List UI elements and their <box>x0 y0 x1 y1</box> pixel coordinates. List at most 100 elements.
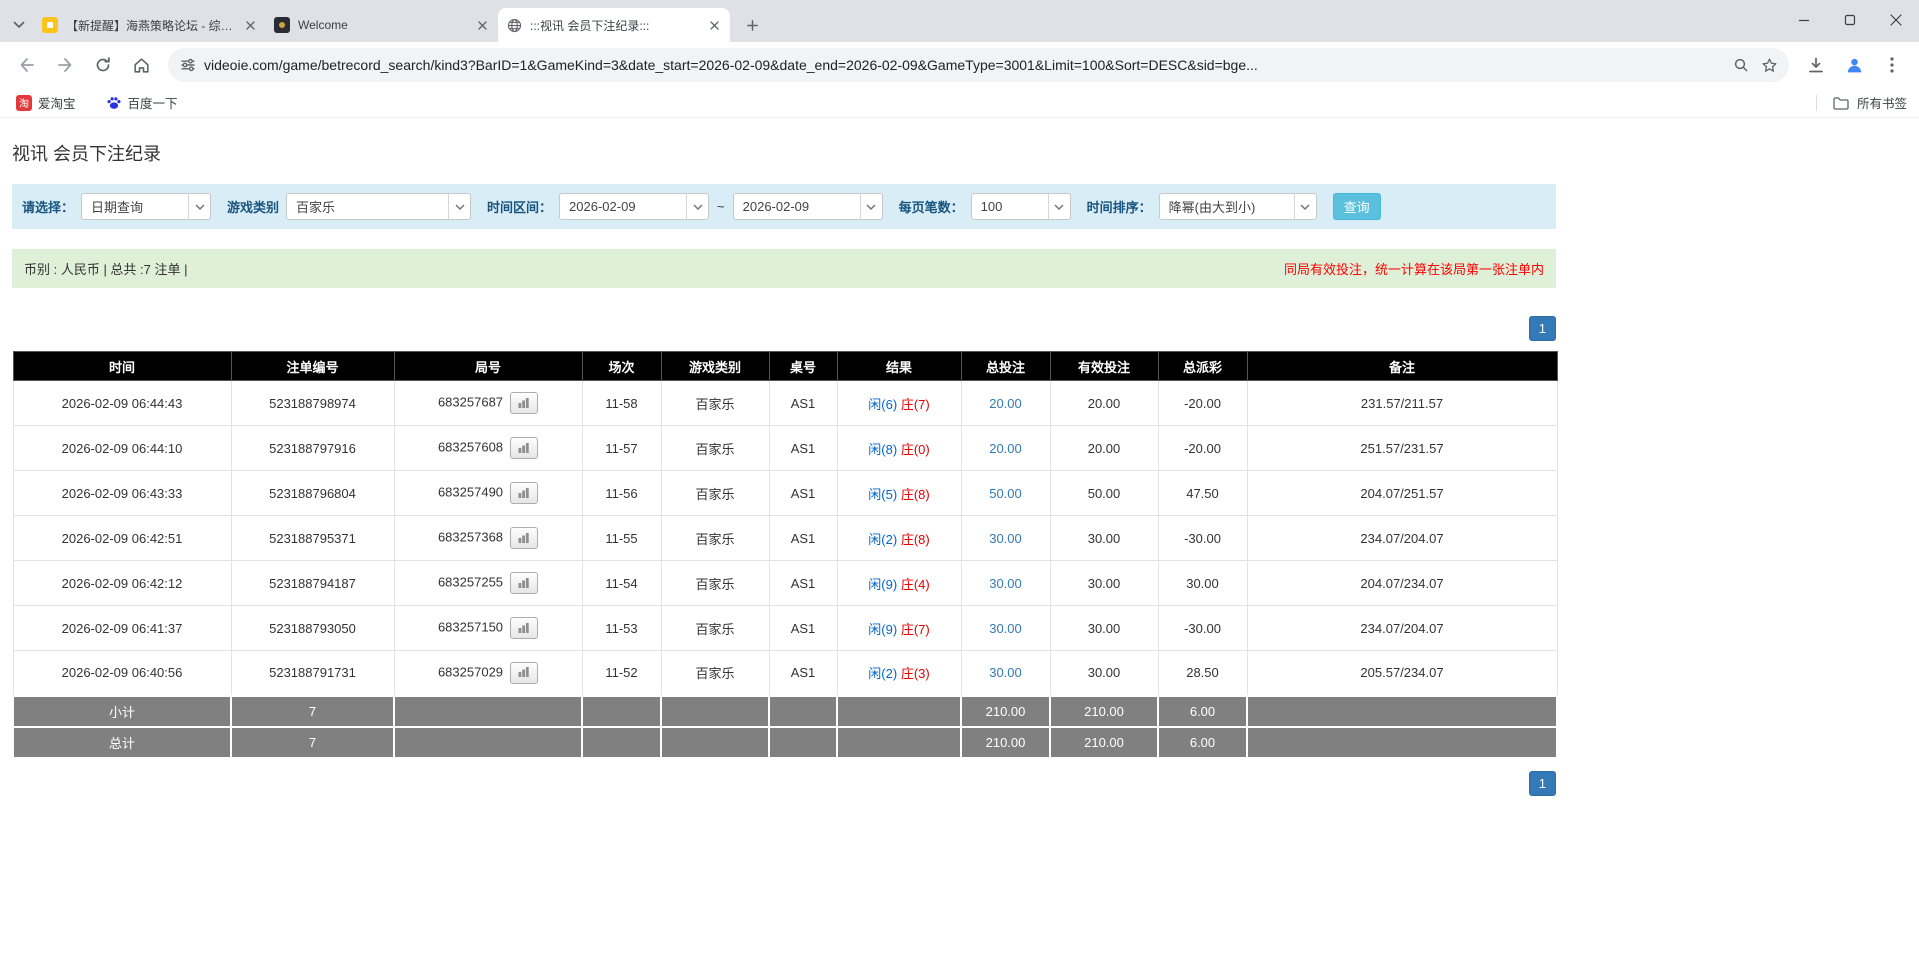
cell-bet-id: 523188793050 <box>230 605 395 651</box>
round-number: 683257608 <box>437 439 504 455</box>
total-bet-link[interactable]: 30.00 <box>989 621 1022 636</box>
bet-records-table: 时间 注单编号 局号 场次 游戏类别 桌号 结果 总投注 有效投注 总派彩 备注… <box>12 351 1558 759</box>
bookmark-baidu[interactable]: 百度一下 <box>102 91 182 115</box>
result-chart-icon <box>518 486 530 501</box>
page-title: 视讯 会员下注纪录 <box>12 144 162 164</box>
game-type-select[interactable]: 百家乐 <box>286 193 472 220</box>
round-result-button[interactable] <box>510 572 539 594</box>
cell-time: 2026-02-09 06:42:12 <box>12 560 232 606</box>
subtotal-cell-7: 210.00 <box>960 694 1051 728</box>
total-bet-link[interactable]: 50.00 <box>989 486 1022 501</box>
bookmark-star-icon[interactable] <box>1755 51 1783 79</box>
round-result-button[interactable] <box>510 437 539 459</box>
cell-valid-bet: 30.00 <box>1049 605 1159 651</box>
subtotal-cell-3 <box>581 694 662 728</box>
total-cell-8: 210.00 <box>1049 725 1159 759</box>
search-button[interactable]: 查询 <box>1332 193 1381 220</box>
bookmark-aitaobao[interactable]: 淘 爱淘宝 <box>12 91 80 115</box>
query-type-select[interactable]: 日期查询 <box>81 193 212 220</box>
tab-forum[interactable]: 【新提醒】海燕策略论坛 - 综合... <box>34 8 266 42</box>
site-settings-icon[interactable] <box>180 57 196 73</box>
subtotal-cell-6 <box>836 694 962 728</box>
baidu-paw-icon <box>106 95 122 111</box>
cell-table-no: AS1 <box>768 380 838 426</box>
zoom-icon[interactable] <box>1727 51 1755 79</box>
sort-order-select[interactable]: 降幂(由大到小) <box>1158 193 1317 220</box>
page-size-select[interactable]: 100 <box>970 193 1071 220</box>
cell-table-no: AS1 <box>768 515 838 561</box>
date-start-input[interactable]: 2026-02-09 <box>559 193 710 220</box>
cell-round: 683257490 <box>393 470 583 516</box>
profile-avatar-icon[interactable] <box>1837 48 1871 82</box>
forum-favicon-icon <box>42 17 58 33</box>
col-header-bet-id: 注单编号 <box>230 351 395 381</box>
home-icon[interactable] <box>124 48 158 82</box>
cell-table-no: AS1 <box>768 650 838 696</box>
forward-icon[interactable] <box>48 48 82 82</box>
result-player: 闲(9) <box>868 576 898 592</box>
round-result-button[interactable] <box>510 661 539 684</box>
page-content: 视讯 会员下注纪录 请选择： 日期查询 游戏类别 百家乐 时间区间： 2026-… <box>12 118 1558 796</box>
date-end-input[interactable]: 2026-02-09 <box>732 193 883 220</box>
date-start-value: 2026-02-09 <box>569 199 636 214</box>
round-result-button[interactable] <box>510 617 539 639</box>
new-tab-button[interactable] <box>738 11 766 39</box>
cell-bet-id: 523188798974 <box>230 380 395 426</box>
bookmarks-bar: 淘 爱淘宝 百度一下 所有书签 <box>0 88 1919 118</box>
col-header-total-bet: 总投注 <box>960 351 1051 381</box>
cell-time: 2026-02-09 06:44:10 <box>12 425 232 471</box>
total-cell-3 <box>581 725 662 759</box>
round-result-button[interactable] <box>510 527 539 549</box>
col-header-round: 局号 <box>393 351 583 381</box>
chevron-down-icon <box>1293 194 1316 219</box>
game-type-group: 游戏类别 百家乐 <box>227 193 472 220</box>
cell-valid-bet: 20.00 <box>1049 425 1159 471</box>
close-icon[interactable] <box>474 17 490 33</box>
tab-title: Welcome <box>298 18 348 32</box>
tab-welcome[interactable]: Welcome <box>266 8 498 42</box>
reload-icon[interactable] <box>86 48 120 82</box>
total-bet-link[interactable]: 30.00 <box>989 576 1022 591</box>
cell-total-bet: 30.00 <box>960 560 1051 606</box>
cell-table-no: AS1 <box>768 560 838 606</box>
menu-dots-icon[interactable] <box>1875 48 1909 82</box>
cell-payout: -30.00 <box>1157 605 1248 651</box>
browser-navbar: videoie.com/game/betrecord_search/kind3?… <box>0 42 1919 88</box>
cell-game-type: 百家乐 <box>660 470 770 516</box>
close-icon[interactable] <box>242 17 258 33</box>
maximize-button[interactable] <box>1827 0 1873 40</box>
folder-icon <box>1833 96 1849 110</box>
all-bookmarks[interactable]: 所有书签 <box>1815 93 1907 112</box>
cell-result: 闲(2) 庄(8) <box>836 515 962 561</box>
result-chart-icon <box>518 531 530 546</box>
game-type-value: 百家乐 <box>296 200 336 215</box>
cell-round: 683257029 <box>393 650 583 696</box>
address-bar[interactable]: videoie.com/game/betrecord_search/kind3?… <box>168 48 1789 82</box>
total-bet-link[interactable]: 20.00 <box>989 441 1022 456</box>
total-bet-link[interactable]: 20.00 <box>989 396 1022 411</box>
cell-game-type: 百家乐 <box>660 605 770 651</box>
cell-valid-bet: 20.00 <box>1049 380 1159 426</box>
page-1-button[interactable]: 1 <box>1528 316 1556 341</box>
back-icon[interactable] <box>10 48 44 82</box>
sort-order-value: 降幂(由大到小) <box>1168 200 1256 215</box>
minimize-button[interactable] <box>1781 0 1827 40</box>
cell-payout: -20.00 <box>1157 380 1248 426</box>
tab-search-chevron-icon[interactable] <box>4 8 34 42</box>
round-result-button[interactable] <box>510 482 539 504</box>
round-result-button[interactable] <box>510 392 539 414</box>
page-size-value: 100 <box>980 199 1003 214</box>
result-banker: 庄(7) <box>900 396 930 412</box>
cell-payout: 28.50 <box>1157 650 1248 696</box>
tab-bet-records[interactable]: :::视讯 会员下注纪录::: <box>498 8 730 42</box>
summary-notice-text: 同局有效投注，统一计算在该局第一张注单内 <box>1283 262 1544 277</box>
close-icon[interactable] <box>706 17 722 33</box>
cell-note: 234.07/204.07 <box>1246 605 1558 651</box>
page-1-button[interactable]: 1 <box>1528 770 1556 796</box>
result-chart-icon <box>518 665 530 680</box>
total-bet-link[interactable]: 30.00 <box>989 665 1022 680</box>
downloads-icon[interactable] <box>1799 48 1833 82</box>
total-bet-link[interactable]: 30.00 <box>989 531 1022 546</box>
cell-total-bet: 30.00 <box>960 605 1051 651</box>
close-window-button[interactable] <box>1873 0 1919 40</box>
